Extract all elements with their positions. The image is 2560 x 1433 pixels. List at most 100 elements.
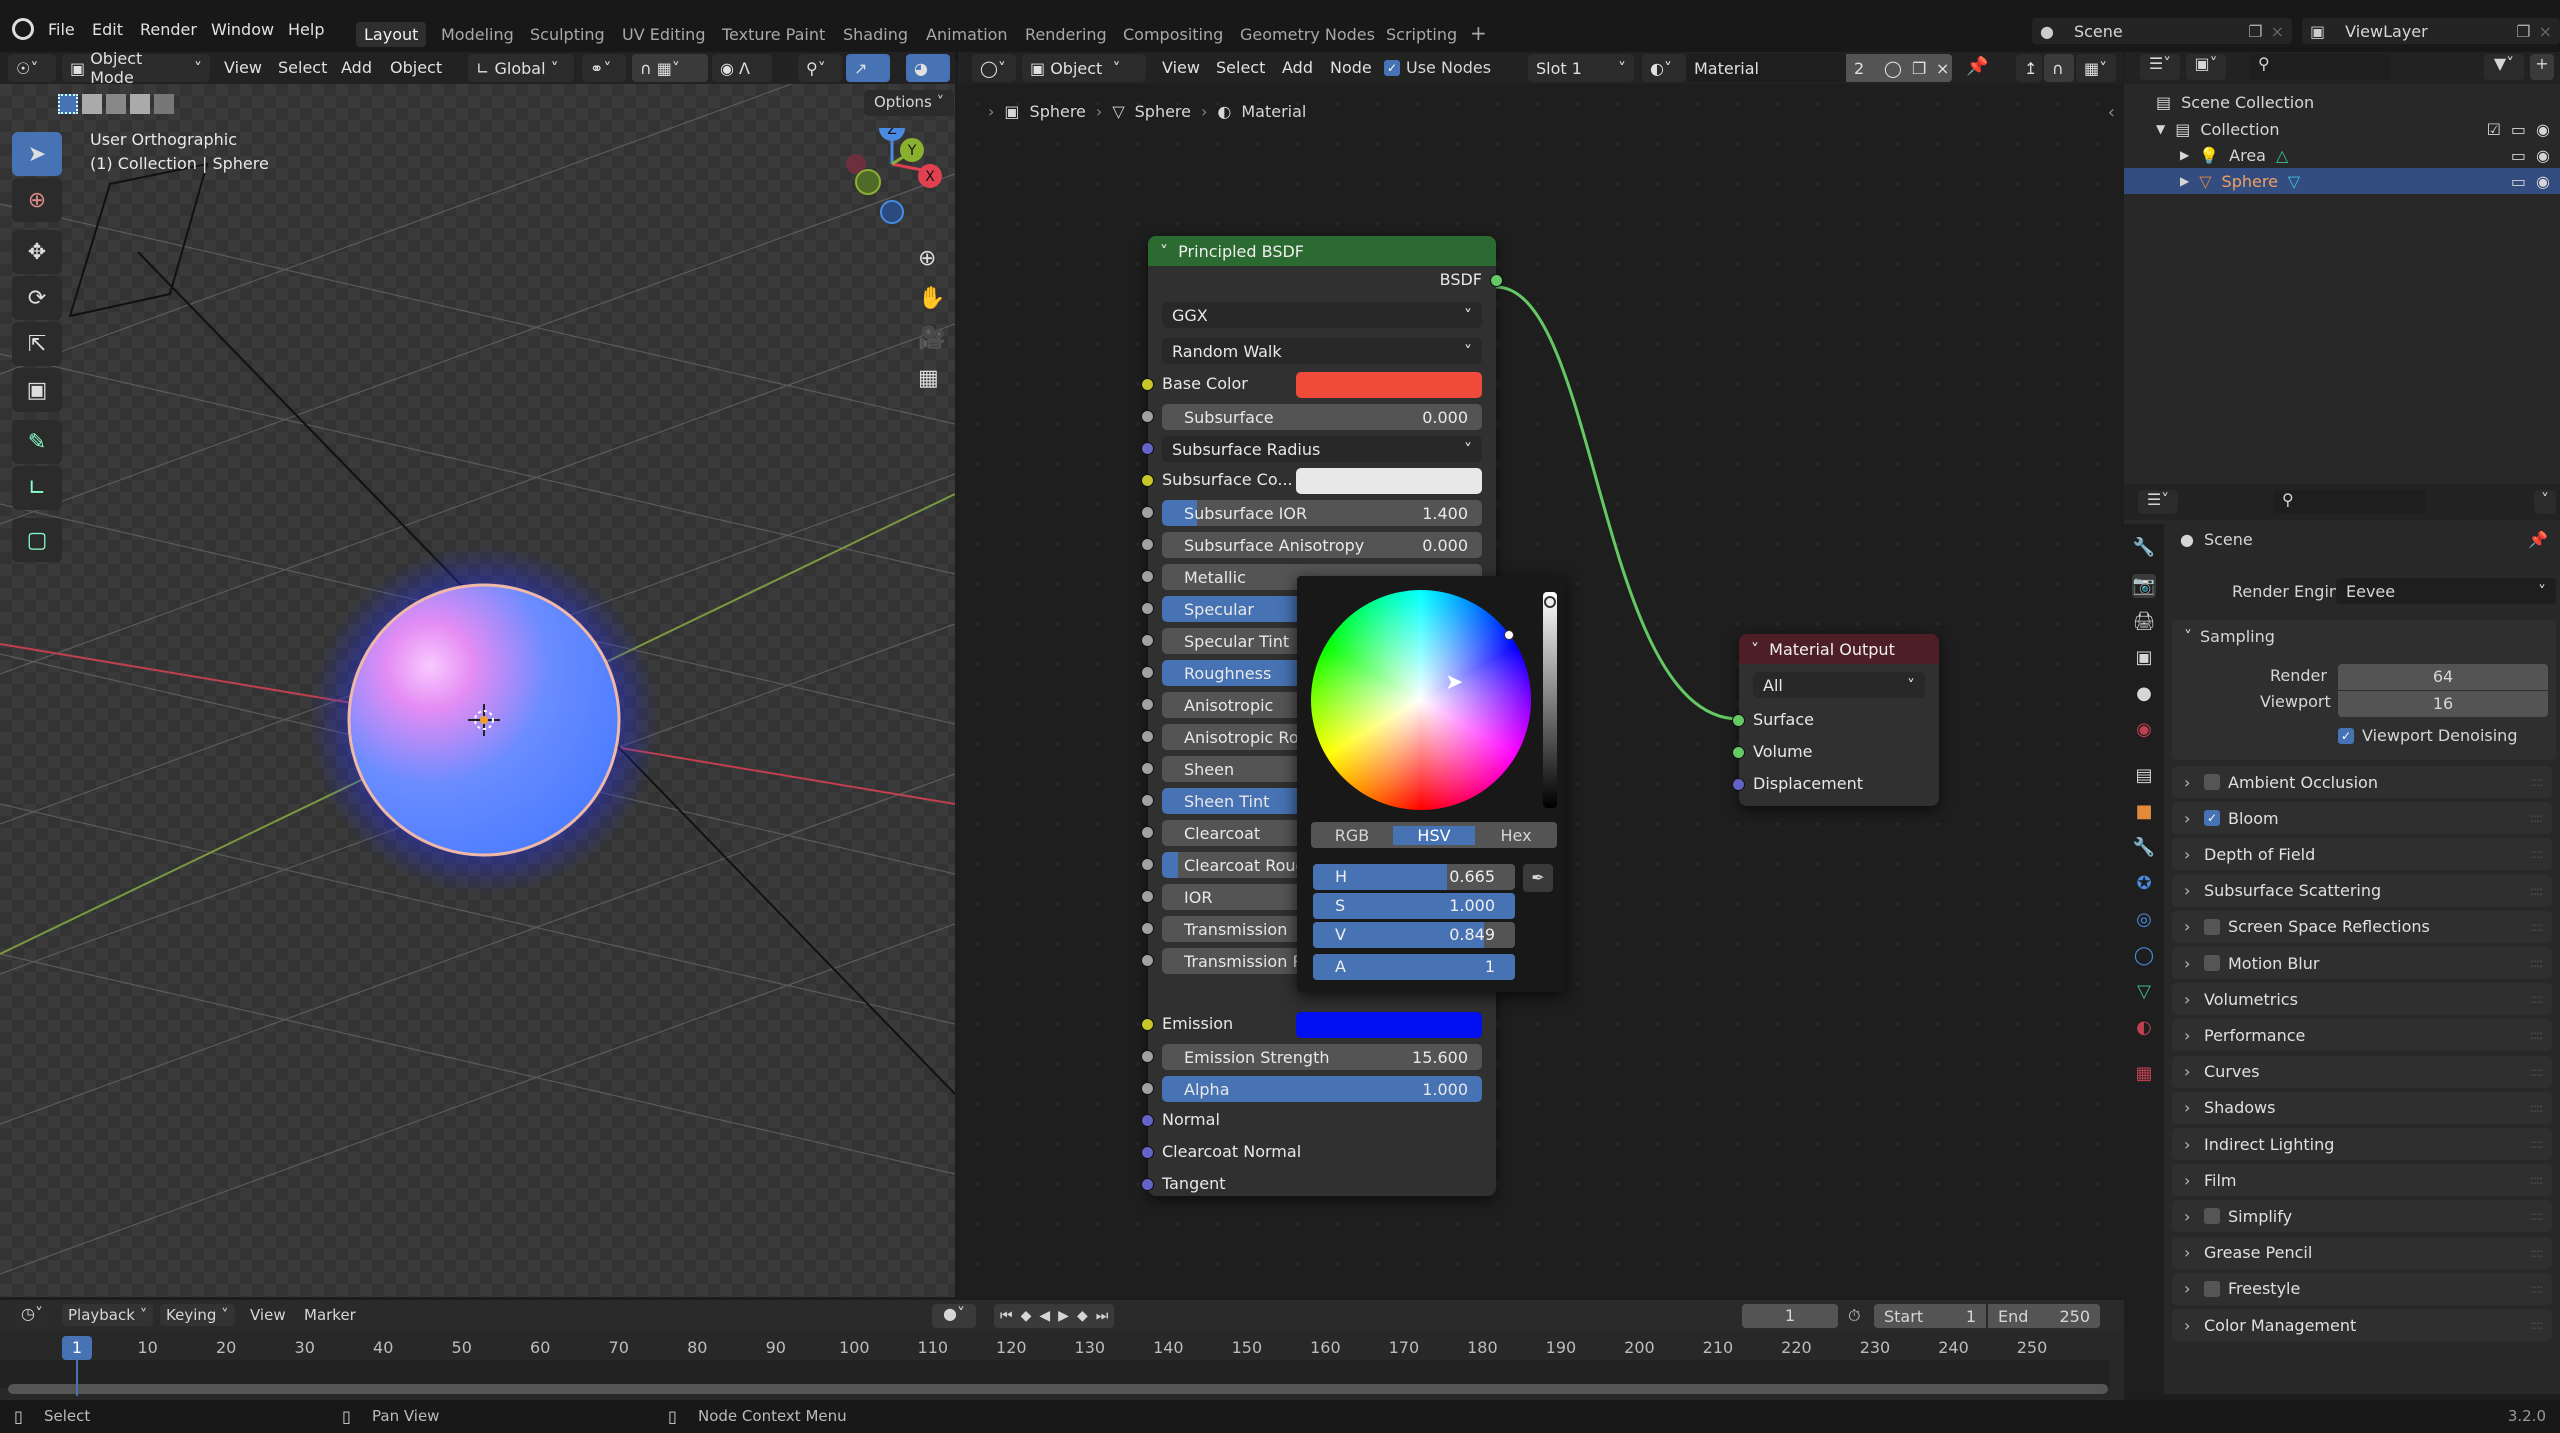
node-editor-type-button[interactable]: ◯˅: [972, 54, 1016, 82]
modifier-tab-icon[interactable]: 🔧: [2132, 836, 2156, 860]
tab-scripting[interactable]: Scripting: [1378, 22, 1465, 47]
panel-bloom[interactable]: › ✓ Bloom::::: [2172, 802, 2552, 835]
next-keyframe-icon[interactable]: ◆: [1077, 1308, 1088, 1324]
start-frame-field[interactable]: Start 1: [1874, 1304, 1986, 1328]
viewport-visibility-icon[interactable]: ▭: [2511, 172, 2526, 191]
select-intersect-icon[interactable]: [154, 94, 174, 114]
properties-editor-type-icon[interactable]: ☰˅: [2138, 490, 2178, 514]
pivot-dropdown[interactable]: ⚭˅: [582, 54, 626, 82]
scene-selector[interactable]: ● Scene ❐ ×: [2032, 18, 2292, 44]
principled-bsdf-header[interactable]: ˅ Principled BSDF: [1148, 236, 1496, 266]
input-socket[interactable]: [1141, 698, 1154, 711]
particles-tab-icon[interactable]: ✪: [2132, 872, 2156, 896]
render-visibility-icon[interactable]: ◉: [2536, 172, 2550, 191]
drag-grip-icon[interactable]: ::::: [2530, 1137, 2543, 1151]
tab-rendering[interactable]: Rendering: [1017, 22, 1115, 47]
subsurface-color-socket[interactable]: [1141, 474, 1154, 487]
mode-tab-hsv[interactable]: HSV: [1393, 825, 1475, 845]
panel-volumetrics[interactable]: › Volumetrics::::: [2172, 983, 2552, 1016]
panel-enable-checkbox[interactable]: [2204, 774, 2220, 790]
expand-arrow-icon[interactable]: ▶: [2180, 148, 2189, 162]
input-socket[interactable]: [1141, 826, 1154, 839]
subsurface-method-dropdown[interactable]: Random Walk ˅: [1162, 338, 1482, 364]
panel-enable-checkbox[interactable]: [2204, 1208, 2220, 1225]
select-subtract-icon[interactable]: [106, 94, 126, 114]
overlay-toggle[interactable]: ◕: [906, 54, 950, 82]
render-samples-field[interactable]: 64: [2338, 664, 2548, 690]
drag-grip-icon[interactable]: ::::: [2530, 992, 2543, 1006]
outliner-row-sphere[interactable]: ▶ ▽ Sphere ▽ ▭ ◉: [2124, 168, 2560, 194]
stopwatch-icon[interactable]: ⏱: [1848, 1306, 1860, 1326]
select-invert-icon[interactable]: [130, 94, 150, 114]
surface-socket[interactable]: [1732, 714, 1745, 727]
texture-tab-icon[interactable]: ▦: [2132, 1062, 2156, 1086]
pan-view-icon[interactable]: ✋: [918, 286, 945, 311]
mode-tab-hex[interactable]: Hex: [1475, 826, 1557, 845]
properties-search-input[interactable]: ⚲: [2274, 490, 2426, 514]
sampling-panel-header[interactable]: ˅ Sampling: [2172, 620, 2556, 652]
base-color-socket[interactable]: [1141, 378, 1154, 391]
color-picker-popup[interactable]: RGB HSV Hex H 0.665 S 1.000 V 0.849 A1 ✒ ➤: [1297, 576, 1565, 992]
input-socket[interactable]: [1141, 602, 1154, 615]
node-menu-view[interactable]: View: [1162, 58, 1200, 77]
blender-logo-icon[interactable]: [12, 18, 34, 40]
input-socket[interactable]: [1141, 922, 1154, 935]
duplicate-material-icon[interactable]: ❐: [1904, 54, 1928, 82]
panel-enable-checkbox[interactable]: ✓: [2204, 810, 2220, 827]
keying-menu[interactable]: Keying ˅: [160, 1304, 235, 1326]
input-socket[interactable]: [1141, 730, 1154, 743]
viewport-samples-field[interactable]: 16: [2338, 691, 2548, 717]
distribution-dropdown[interactable]: GGX ˅: [1162, 302, 1482, 328]
panel-enable-checkbox[interactable]: [2204, 918, 2220, 935]
data-tab-icon[interactable]: ▽: [2132, 980, 2156, 1004]
proportional-edit-toggle[interactable]: ◉ Λ: [712, 54, 772, 82]
bsdf-output-socket[interactable]: [1490, 274, 1503, 287]
panel-enable-checkbox[interactable]: [2204, 1280, 2220, 1297]
visibility-dropdown[interactable]: ⚲˅: [798, 54, 842, 82]
material-users-count[interactable]: 2: [1846, 54, 1876, 82]
panel-motion-blur[interactable]: › Motion Blur::::: [2172, 947, 2552, 979]
input-socket[interactable]: [1141, 794, 1154, 807]
panel-indirect-lighting[interactable]: › Indirect Lighting::::: [2172, 1128, 2552, 1160]
new-collection-icon[interactable]: +: [2530, 54, 2554, 80]
material-name-field[interactable]: Material: [1686, 54, 1846, 82]
annotate-tool[interactable]: ✎: [12, 420, 62, 464]
timeline-menu-view[interactable]: View: [250, 1306, 286, 1324]
panel-screen-space-reflections[interactable]: › Screen Space Reflections::::: [2172, 910, 2552, 943]
node-snap-element-dropdown[interactable]: ▦˅: [2076, 54, 2116, 82]
tab-shading[interactable]: Shading: [835, 22, 916, 47]
drag-grip-icon[interactable]: ::::: [2530, 1101, 2543, 1115]
output-tab-icon[interactable]: 🖨: [2132, 610, 2156, 634]
volume-socket[interactable]: [1732, 746, 1745, 759]
value-slider-handle[interactable]: [1544, 596, 1556, 608]
shader-type-dropdown[interactable]: ▣ Object ˅: [1022, 54, 1146, 82]
viewport-menu-add[interactable]: Add: [341, 58, 372, 77]
timeline-scrollbar[interactable]: [8, 1384, 2108, 1394]
add-cube-tool[interactable]: ▢: [12, 518, 62, 562]
use-nodes-checkbox[interactable]: ✓ Use Nodes: [1384, 58, 1491, 77]
measure-tool[interactable]: ∟: [12, 466, 62, 510]
menu-help[interactable]: Help: [288, 20, 324, 39]
collapse-chevron-icon[interactable]: ˅: [1751, 640, 1769, 659]
mode-dropdown[interactable]: ▣ Object Mode ˅: [62, 49, 210, 87]
expand-arrow-icon[interactable]: ▶: [2180, 174, 2189, 188]
input-socket[interactable]: [1141, 890, 1154, 903]
slot-dropdown[interactable]: Slot 1 ˅: [1528, 54, 1634, 82]
collapse-chevron-icon[interactable]: ˅: [1160, 242, 1178, 261]
tool-tab-icon[interactable]: 🔧: [2132, 536, 2156, 560]
zoom-view-icon[interactable]: ⊕: [918, 246, 936, 271]
tab-sculpting[interactable]: Sculpting: [522, 22, 613, 47]
output-target-dropdown[interactable]: All ˅: [1753, 672, 1925, 698]
input-socket[interactable]: [1141, 858, 1154, 871]
snap-toggle[interactable]: ∩ ▦˅: [632, 54, 708, 82]
editor-type-button[interactable]: ☉˅: [8, 54, 56, 82]
tab-modeling[interactable]: Modeling: [433, 22, 522, 47]
tab-layout[interactable]: Layout: [356, 22, 427, 47]
hue-saturation-wheel[interactable]: [1311, 590, 1531, 810]
tab-geometry-nodes[interactable]: Geometry Nodes: [1232, 22, 1383, 47]
playhead[interactable]: 1: [62, 1336, 92, 1360]
panel-ambient-occlusion[interactable]: › Ambient Occlusion::::: [2172, 766, 2552, 798]
outliner-row-scene-collection[interactable]: ▤ Scene Collection: [2156, 90, 2314, 114]
value-field[interactable]: V 0.849: [1313, 922, 1515, 948]
tab-compositing[interactable]: Compositing: [1115, 22, 1231, 47]
